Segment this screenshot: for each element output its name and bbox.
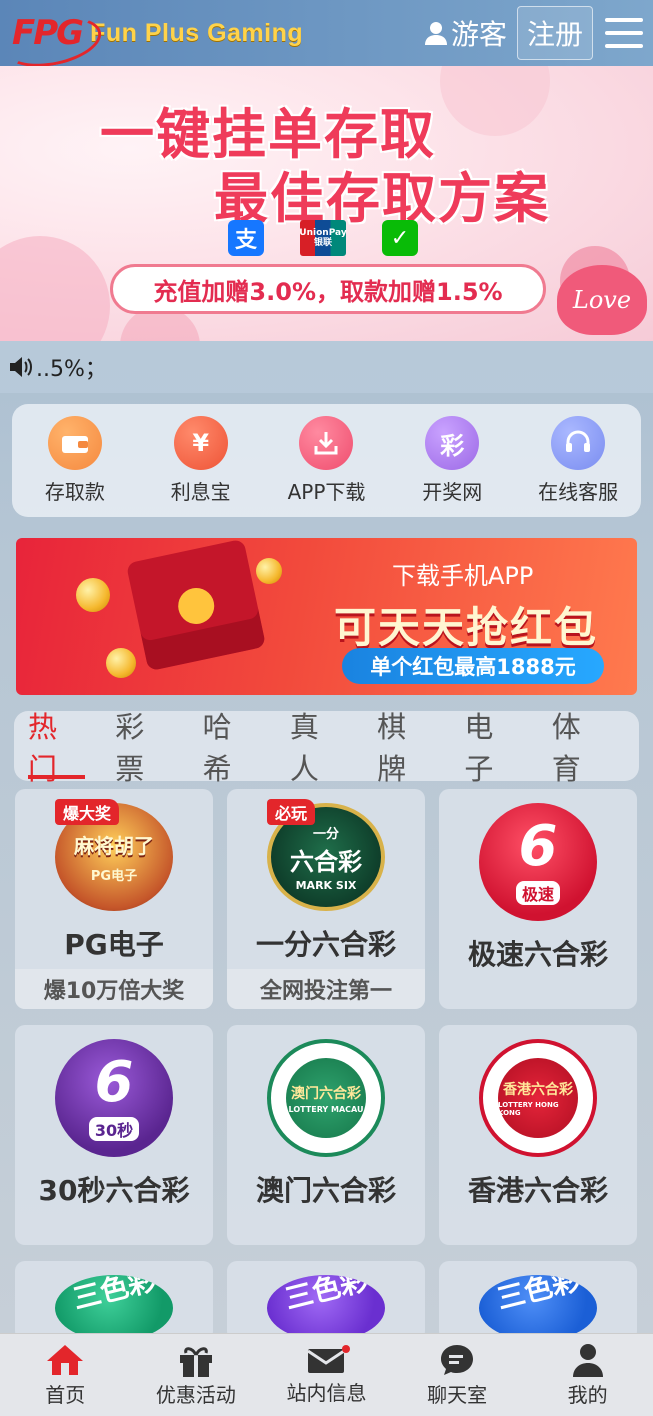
game-card-tricolor-3[interactable]: 三色彩 xyxy=(439,1261,637,1341)
game-card-fast-marksix[interactable]: 6 极速 极速六合彩 xyxy=(439,789,637,1009)
quick-customer-service[interactable]: 在线客服 xyxy=(523,416,633,505)
game-card-1min-marksix[interactable]: 必玩 一分 六合彩 MARK SIX 一分六合彩 全网投注第一 xyxy=(227,789,425,1009)
game-title: 极速六合彩 xyxy=(467,938,608,971)
game-card-hongkong-marksix[interactable]: 香港六合彩 LOTTERY HONG KONG 香港六合彩 xyxy=(439,1025,637,1245)
tab-lottery[interactable]: 彩票 xyxy=(115,710,172,786)
tricolor-lottery-icon: 三色彩 xyxy=(479,1275,597,1341)
game-card-tricolor-1[interactable]: 三色彩 xyxy=(15,1261,213,1341)
quick-label: 利息宝 xyxy=(170,480,231,504)
game-card-tricolor-2[interactable]: 三色彩 xyxy=(227,1261,425,1341)
tab-live[interactable]: 真人 xyxy=(290,710,347,786)
tab-sports[interactable]: 体育 xyxy=(552,710,609,786)
wallet-icon xyxy=(47,416,102,470)
tab-hash[interactable]: 哈希 xyxy=(203,710,260,786)
banner-bonus-text: 充值加赠3.0%，取款加赠1.5% xyxy=(110,264,546,314)
fast-marksix-icon: 6 极速 xyxy=(479,803,597,921)
nav-label: 我的 xyxy=(567,1382,608,1407)
headset-icon xyxy=(551,416,606,470)
alipay-icon: 支 xyxy=(228,220,264,256)
notice-text: ..5%； xyxy=(36,357,107,382)
30s-marksix-icon: 6 30秒 xyxy=(55,1039,173,1157)
nav-promotions[interactable]: 优惠活动 xyxy=(136,1343,256,1408)
nav-home[interactable]: 首页 xyxy=(5,1343,125,1408)
love-heart-decoration: Love xyxy=(557,265,647,335)
nav-label: 首页 xyxy=(45,1382,86,1407)
nav-messages[interactable]: 站内信息 xyxy=(266,1344,386,1406)
game-title: PG电子 xyxy=(64,928,164,961)
nav-chatroom[interactable]: 聊天室 xyxy=(397,1343,517,1408)
game-card-pg[interactable]: 爆大奖 麻将胡了 PG电子 PG电子 爆10万倍大奖 xyxy=(15,789,213,1009)
game-card-macau-marksix[interactable]: 澳门六合彩 LOTTERY MACAU 澳门六合彩 xyxy=(227,1025,425,1245)
quick-label: APP下载 xyxy=(287,480,366,504)
quick-lottery-results[interactable]: 彩 开奖网 xyxy=(397,416,507,505)
mail-icon xyxy=(307,1348,346,1373)
logo-text: Fun Plus Gaming xyxy=(90,18,304,47)
quick-interest[interactable]: ¥ 利息宝 xyxy=(146,416,256,505)
quick-label: 存取款 xyxy=(44,480,105,504)
must-play-tag: 必玩 xyxy=(267,799,316,825)
game-subtitle: 全网投注第一 xyxy=(227,969,425,1009)
gift-icon xyxy=(179,1346,212,1377)
game-title: 一分六合彩 xyxy=(255,928,396,961)
lottery-icon: 彩 xyxy=(425,416,480,470)
guest-label: 游客 xyxy=(450,18,507,51)
tab-hot[interactable]: 热门 xyxy=(28,710,86,786)
nav-label: 优惠活动 xyxy=(155,1382,236,1407)
hongkong-lottery-icon: 香港六合彩 LOTTERY HONG KONG xyxy=(479,1039,597,1157)
quick-app-download[interactable]: APP下载 xyxy=(271,416,381,505)
unionpay-icon: UnionPay 银联 xyxy=(299,220,347,256)
download-icon xyxy=(299,416,354,470)
promo-pill: 单个红包最高1888元 xyxy=(342,648,604,684)
game-subtitle: 爆10万倍大奖 xyxy=(15,969,213,1009)
quick-label: 在线客服 xyxy=(538,480,619,504)
yen-icon: ¥ xyxy=(173,416,228,470)
home-icon xyxy=(47,1344,84,1375)
nav-label: 聊天室 xyxy=(427,1382,488,1407)
promo-line-2: 可天天抢红包 xyxy=(334,603,599,652)
quick-menu: 存取款 ¥ 利息宝 APP下载 彩 开奖网 在线客服 xyxy=(12,404,641,517)
game-title: 香港六合彩 xyxy=(467,1174,608,1207)
hamburger-menu-icon[interactable] xyxy=(601,13,647,53)
game-title: 澳门六合彩 xyxy=(255,1174,396,1207)
notice-marquee[interactable]: ..5%； xyxy=(0,341,653,393)
user-icon xyxy=(424,22,447,45)
tab-chess[interactable]: 棋牌 xyxy=(377,710,434,786)
game-card-30s-marksix[interactable]: 6 30秒 30秒六合彩 xyxy=(15,1025,213,1245)
hot-tag: 爆大奖 xyxy=(55,799,120,825)
wechat-pay-icon: ✓ xyxy=(382,220,418,256)
logo[interactable]: FPG Fun Plus Gaming xyxy=(8,13,303,53)
hero-banner[interactable]: 一键挂单存取 最佳存取方案 支 UnionPay 银联 ✓ 充值加赠3.0%，取… xyxy=(0,66,653,341)
tricolor-lottery-icon: 三色彩 xyxy=(267,1275,385,1341)
chat-icon xyxy=(441,1344,474,1375)
speaker-icon xyxy=(10,357,32,377)
unread-badge xyxy=(342,1344,351,1353)
register-button[interactable]: 注册 xyxy=(517,6,593,60)
top-header: FPG Fun Plus Gaming 游客 注册 xyxy=(0,0,653,66)
guest-button[interactable]: 游客 xyxy=(424,13,507,53)
red-envelope-icon xyxy=(125,538,267,672)
promo-line-1: 下载手机APP xyxy=(392,562,534,590)
logo-mark: FPG xyxy=(8,13,86,53)
category-tabs: 热门 彩票 哈希 真人 棋牌 电子 体育 xyxy=(14,710,639,786)
user-icon xyxy=(572,1343,603,1377)
app-download-promo-banner[interactable]: 下载手机APP 可天天抢红包 单个红包最高1888元 xyxy=(16,538,637,695)
game-title: 30秒六合彩 xyxy=(38,1174,190,1207)
quick-label: 开奖网 xyxy=(422,480,483,504)
tricolor-lottery-icon: 三色彩 xyxy=(55,1275,173,1341)
tab-slots[interactable]: 电子 xyxy=(464,710,521,786)
bottom-navigation: 首页 优惠活动 站内信息 聊天室 我的 xyxy=(0,1333,653,1416)
nav-profile[interactable]: 我的 xyxy=(528,1343,648,1408)
macau-lottery-icon: 澳门六合彩 LOTTERY MACAU xyxy=(267,1039,385,1157)
nav-label: 站内信息 xyxy=(286,1380,367,1405)
quick-deposit-withdraw[interactable]: 存取款 xyxy=(20,416,130,505)
